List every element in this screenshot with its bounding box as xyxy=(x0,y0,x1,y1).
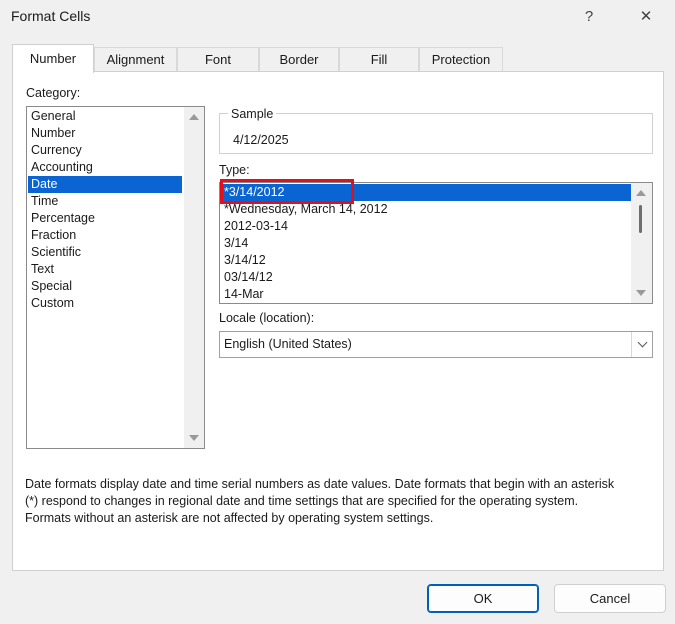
category-item-special[interactable]: Special xyxy=(28,278,182,295)
type-item-short-year[interactable]: 3/14/12 xyxy=(221,252,632,269)
window-title: Format Cells xyxy=(11,8,91,24)
tab-alignment[interactable]: Alignment xyxy=(94,47,177,72)
ok-button[interactable]: OK xyxy=(427,584,539,613)
description-line: Formats without an asterisk are not affe… xyxy=(25,511,434,525)
tab-border[interactable]: Border xyxy=(259,47,339,72)
scroll-thumb[interactable] xyxy=(639,205,642,233)
locale-dropdown-button[interactable] xyxy=(631,332,652,357)
tab-number[interactable]: Number xyxy=(12,44,94,73)
category-item-custom[interactable]: Custom xyxy=(28,295,182,312)
type-item-short-date[interactable]: *3/14/2012 xyxy=(221,184,632,201)
help-button[interactable]: ? xyxy=(568,3,610,29)
tab-font[interactable]: Font xyxy=(177,47,259,72)
description-line: (*) respond to changes in regional date … xyxy=(25,494,579,508)
category-item-time[interactable]: Time xyxy=(28,193,182,210)
type-scrollbar[interactable] xyxy=(631,183,652,303)
chevron-down-icon xyxy=(637,337,647,348)
category-item-percentage[interactable]: Percentage xyxy=(28,210,182,227)
category-label: Category: xyxy=(26,86,81,100)
category-item-number[interactable]: Number xyxy=(28,125,182,142)
category-list[interactable]: General Number Currency Accounting Date … xyxy=(26,106,205,449)
format-description: Date formats display date and time seria… xyxy=(25,476,657,527)
sample-value: 4/12/2025 xyxy=(233,133,289,147)
type-list[interactable]: *3/14/2012 *Wednesday, March 14, 2012 20… xyxy=(219,182,653,304)
category-item-date[interactable]: Date xyxy=(28,176,182,193)
category-item-general[interactable]: General xyxy=(28,108,182,125)
type-item-month-day[interactable]: 3/14 xyxy=(221,235,632,252)
scroll-up-arrow-icon[interactable] xyxy=(636,190,646,196)
scroll-down-arrow-icon[interactable] xyxy=(636,290,646,296)
locale-value: English (United States) xyxy=(224,337,352,351)
category-item-scientific[interactable]: Scientific xyxy=(28,244,182,261)
scroll-down-arrow-icon[interactable] xyxy=(189,435,199,441)
close-button[interactable]: ✕ xyxy=(625,3,667,29)
close-icon: ✕ xyxy=(639,8,653,25)
scroll-up-arrow-icon[interactable] xyxy=(189,114,199,120)
category-item-currency[interactable]: Currency xyxy=(28,142,182,159)
help-icon: ? xyxy=(584,7,594,25)
sample-label: Sample xyxy=(228,107,277,121)
category-item-accounting[interactable]: Accounting xyxy=(28,159,182,176)
category-item-fraction[interactable]: Fraction xyxy=(28,227,182,244)
type-item-long-date[interactable]: *Wednesday, March 14, 2012 xyxy=(221,201,632,218)
cancel-button[interactable]: Cancel xyxy=(554,584,666,613)
category-item-text[interactable]: Text xyxy=(28,261,182,278)
type-item-day-month-name[interactable]: 14-Mar xyxy=(221,286,632,303)
type-item-padded-short-year[interactable]: 03/14/12 xyxy=(221,269,632,286)
type-item-iso-date[interactable]: 2012-03-14 xyxy=(221,218,632,235)
tab-protection[interactable]: Protection xyxy=(419,47,503,72)
type-label: Type: xyxy=(219,163,250,177)
locale-label: Locale (location): xyxy=(219,311,315,325)
category-scrollbar[interactable] xyxy=(184,107,204,448)
title-bar: Format Cells ? ✕ xyxy=(0,0,675,34)
number-tab-panel: Category: General Number Currency Accoun… xyxy=(12,71,664,571)
description-line: Date formats display date and time seria… xyxy=(25,477,615,491)
tab-fill[interactable]: Fill xyxy=(339,47,419,72)
locale-dropdown[interactable]: English (United States) xyxy=(219,331,653,358)
